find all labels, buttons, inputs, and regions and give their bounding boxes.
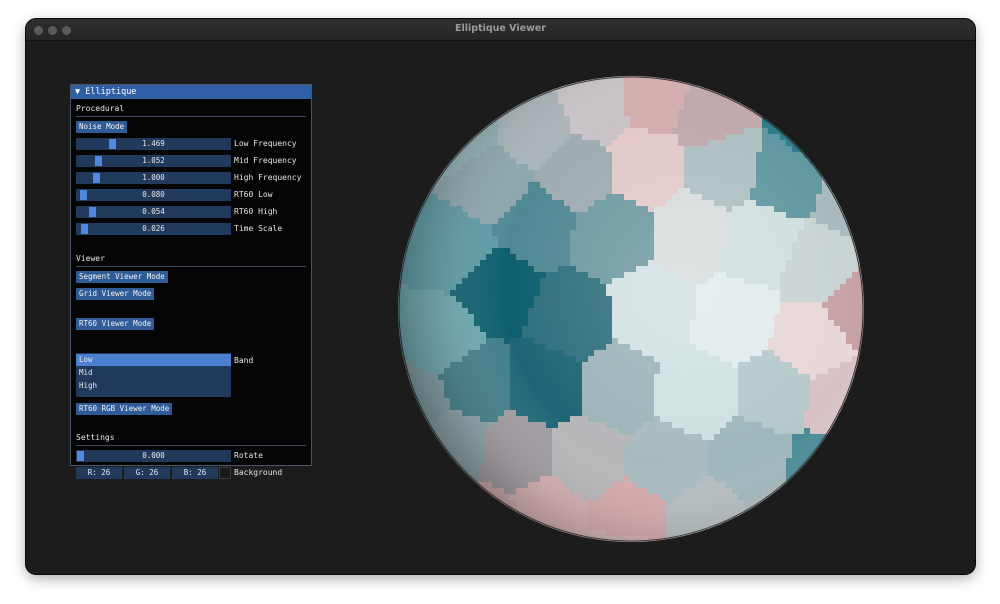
high-frequency-slider-value: 1.000 [142, 173, 165, 182]
low-frequency-label: Low Frequency [234, 139, 297, 148]
rotate-label: Rotate [234, 451, 263, 460]
viewer-heading: Viewer [76, 254, 105, 263]
high-frequency-slider[interactable]: 1.000 [76, 172, 231, 184]
rt60-rgb-viewer-mode-button[interactable]: RT60 RGB Viewer Mode [76, 403, 173, 415]
elliptique-panel: ▼ Elliptique Procedural Noise Mode 1.469… [70, 84, 312, 479]
rt60-high-label: RT60 High [234, 207, 278, 216]
rotate-slider-value: 0.000 [142, 451, 165, 460]
settings-heading: Settings [76, 433, 115, 442]
low-frequency-slider-value: 1.469 [142, 139, 165, 148]
noise-mode-button[interactable]: Noise Mode [76, 121, 128, 133]
window-title: Elliptique Viewer [455, 23, 546, 34]
rt60-low-slider-value: 0.080 [142, 190, 165, 199]
rotate-slider[interactable]: 0.000 [76, 450, 231, 462]
voronoi-sphere [398, 76, 864, 542]
background-label: Background [234, 468, 283, 477]
segment-viewer-mode-button[interactable]: Segment Viewer Mode [76, 271, 168, 283]
time-scale-label: Time Scale [234, 224, 283, 233]
background-g-field[interactable]: G: 26 [124, 467, 170, 479]
rt60-viewer-mode-button[interactable]: RT60 Viewer Mode [76, 318, 155, 330]
band-option-mid[interactable]: Mid [76, 367, 231, 379]
title-bar: Elliptique Viewer [26, 19, 975, 41]
settings-separator [76, 445, 306, 446]
rt60-high-slider[interactable]: 0.054 [76, 206, 231, 218]
mid-frequency-slider[interactable]: 1.052 [76, 155, 231, 167]
low-frequency-slider[interactable]: 1.469 [76, 138, 231, 150]
procedural-heading: Procedural [76, 104, 125, 113]
high-frequency-label: High Frequency [234, 173, 302, 182]
rt60-low-label: RT60 Low [234, 190, 273, 199]
procedural-separator [76, 116, 306, 117]
viewer-separator [76, 266, 306, 267]
time-scale-slider-value: 0.026 [142, 224, 165, 233]
panel-title: Elliptique [85, 87, 137, 97]
rt60-low-slider[interactable]: 0.080 [76, 189, 231, 201]
collapse-arrow-icon[interactable]: ▼ [75, 87, 80, 97]
band-listbox[interactable]: Low Mid High [76, 353, 231, 397]
sphere-shading [398, 76, 864, 542]
background-r-field[interactable]: R: 26 [76, 467, 122, 479]
band-label: Band [234, 356, 254, 365]
background-b-field[interactable]: B: 26 [172, 467, 218, 479]
mid-frequency-slider-value: 1.052 [142, 156, 165, 165]
grid-viewer-mode-button[interactable]: Grid Viewer Mode [76, 288, 155, 300]
background-color-swatch[interactable] [219, 467, 231, 479]
mid-frequency-label: Mid Frequency [234, 156, 297, 165]
panel-header[interactable]: ▼ Elliptique [71, 85, 311, 99]
band-option-low[interactable]: Low [76, 354, 231, 366]
render-viewport[interactable] [396, 74, 866, 544]
rt60-high-slider-value: 0.054 [142, 207, 165, 216]
time-scale-slider[interactable]: 0.026 [76, 223, 231, 235]
band-option-high[interactable]: High [76, 380, 231, 392]
app-window: Elliptique Viewer ▼ Elliptique Procedura… [26, 19, 975, 574]
